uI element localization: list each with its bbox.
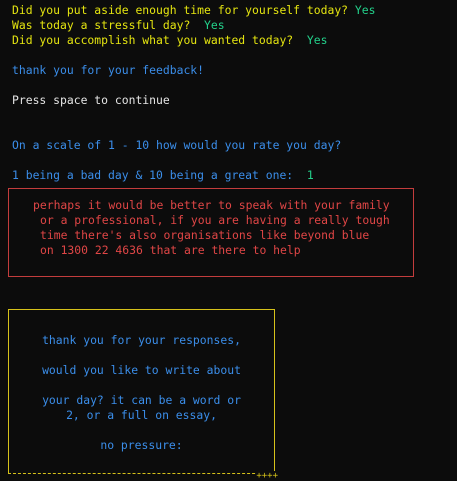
journal-line-1: thank you for your responses, <box>42 333 241 347</box>
advice-line-3: time there's also organisations like bey… <box>40 228 370 242</box>
journal-line-2: would you like to write about <box>42 363 241 377</box>
survey-line-accomplish: Did you accomplish what you wanted today… <box>12 33 327 48</box>
answer-stress: Yes <box>204 18 225 32</box>
answer-time: Yes <box>354 3 376 17</box>
survey-line-time: Did you put aside enough time for yourse… <box>12 3 375 18</box>
advice-line-4: on 1300 22 4636 that are there to help <box>40 243 301 257</box>
question-stress: Was today a stressful day? <box>12 18 191 32</box>
answer-accomplish: Yes <box>306 33 328 47</box>
rating-line: 1 being a bad day & 10 being a great one… <box>12 168 314 183</box>
journal-line-3: your day? it can be a word or <box>42 393 241 407</box>
question-time: Did you put aside enough time for yourse… <box>12 3 349 17</box>
advice-line-1: perhaps it would be better to speak with… <box>33 198 390 212</box>
journal-line-5: no pressure: <box>100 438 183 452</box>
rating-question: On a scale of 1 - 10 how would you rate … <box>12 138 342 152</box>
advice-box: perhaps it would be better to speak with… <box>8 188 414 277</box>
rating-scale-hint: 1 being a bad day & 10 being a great one… <box>12 168 294 182</box>
rating-answer: 1 <box>306 168 314 182</box>
journal-line-4: 2, or a full on essay, <box>66 408 217 422</box>
advice-line-2: or a professional, if you are having a r… <box>40 213 390 227</box>
survey-line-stress: Was today a stressful day? Yes <box>12 18 225 33</box>
question-accomplish: Did you accomplish what you wanted today… <box>12 33 294 47</box>
journal-prompt-box: thank you for your responses, would you … <box>8 309 278 481</box>
continue-prompt: Press space to continue <box>12 93 170 107</box>
feedback-thanks: thank you for your feedback! <box>12 63 205 77</box>
